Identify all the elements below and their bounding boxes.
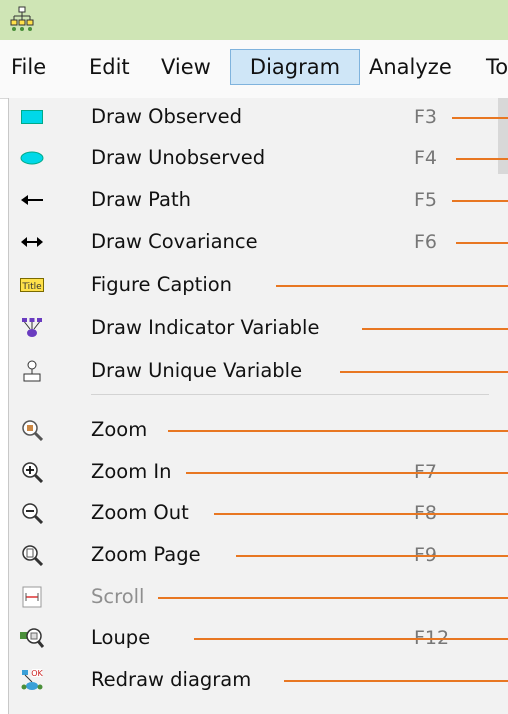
menu-item-draw-unobserved[interactable]: Draw Unobserved F4 [9, 139, 508, 177]
rectangle-icon [19, 104, 45, 130]
menu-item-label: Zoom [91, 418, 148, 441]
annotation-line [276, 285, 508, 287]
menu-item-label: Zoom Page [91, 543, 201, 566]
annotation-line [456, 242, 508, 244]
menu-item-shortcut: F5 [414, 189, 438, 211]
zoom-icon [19, 417, 45, 443]
annotation-line [194, 638, 508, 640]
menu-item-shortcut: F4 [414, 147, 438, 169]
svg-text:Title: Title [21, 282, 42, 292]
menu-item-shortcut: F3 [414, 106, 438, 128]
arrow-left-icon [19, 187, 45, 213]
zoom-out-icon [19, 500, 45, 526]
menu-diagram[interactable]: Diagram [230, 49, 360, 85]
menu-item-draw-path[interactable]: Draw Path F5 [9, 181, 508, 219]
menu-edit[interactable]: Edit [87, 50, 132, 84]
title-icon: Title [19, 272, 45, 298]
svg-text:OK: OK [31, 669, 43, 678]
menu-item-label: Draw Observed [91, 105, 242, 128]
menu-analyze[interactable]: Analyze [367, 50, 454, 84]
annotation-line [456, 158, 508, 160]
zoom-page-icon [19, 542, 45, 568]
menu-item-label: Draw Unique Variable [91, 359, 303, 382]
app-icon [10, 6, 34, 31]
annotation-line [186, 472, 508, 474]
double-arrow-icon [19, 229, 45, 255]
annotation-line [168, 430, 508, 432]
menu-item-label: Draw Unobserved [91, 146, 266, 169]
annotation-line [340, 371, 508, 373]
menu-tools[interactable]: To [484, 50, 508, 84]
annotation-line [214, 513, 508, 515]
loupe-icon [19, 625, 45, 651]
diagram-menu-dropdown: Draw Observed F3 Draw Unobserved F4 Draw… [8, 98, 508, 714]
menu-item-shortcut: F6 [414, 231, 438, 253]
annotation-line [362, 328, 508, 330]
annotation-line [452, 200, 508, 202]
background-scrollbar [498, 98, 508, 174]
zoom-in-icon [19, 459, 45, 485]
menu-item-label: Draw Covariance [91, 230, 258, 253]
annotation-line [158, 597, 508, 599]
menu-item-draw-covariance[interactable]: Draw Covariance F6 [9, 223, 508, 261]
title-bar [0, 0, 508, 40]
menu-item-label: Scroll [91, 585, 145, 608]
menu-item-label: Redraw diagram [91, 668, 252, 691]
annotation-line [452, 117, 508, 119]
menu-view[interactable]: View [159, 50, 213, 84]
menu-item-label: Draw Indicator Variable [91, 316, 320, 339]
menu-item-label: Draw Path [91, 188, 191, 211]
scroll-icon [19, 584, 45, 610]
menu-file[interactable]: File [9, 50, 48, 84]
menu-item-label: Zoom In [91, 460, 172, 483]
ellipse-icon [19, 145, 45, 171]
menu-item-draw-observed[interactable]: Draw Observed F3 [9, 98, 508, 136]
menu-bar: File Edit View Diagram Analyze To [0, 40, 508, 99]
menu-item-label: Zoom Out [91, 501, 189, 524]
indicator-variable-icon [19, 315, 45, 341]
redraw-diagram-icon: OK [19, 667, 45, 693]
unique-variable-icon [19, 358, 45, 384]
menu-separator [91, 394, 489, 395]
annotation-line [236, 555, 508, 557]
menu-item-label: Figure Caption [91, 273, 233, 296]
menu-item-label: Loupe [91, 626, 151, 649]
annotation-line [284, 680, 508, 682]
